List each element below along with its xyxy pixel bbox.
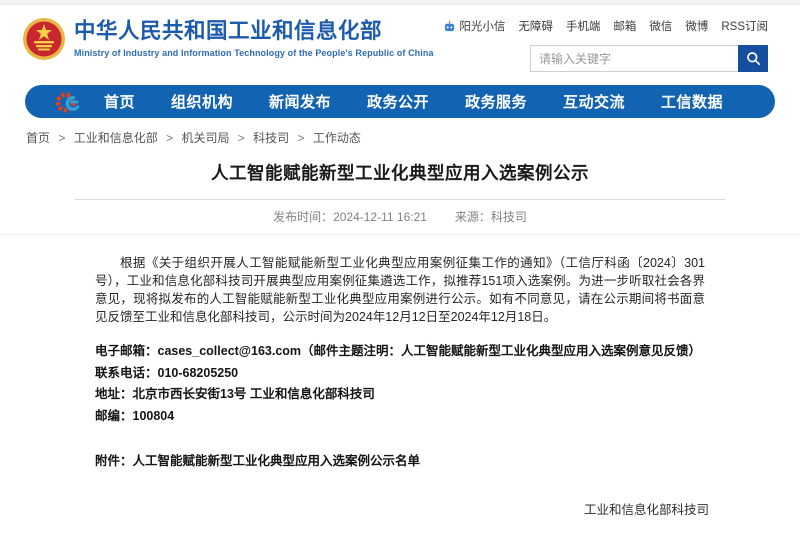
quicklink-weibo[interactable]: 微博: [685, 18, 708, 34]
search-button[interactable]: [738, 45, 768, 72]
robot-icon: [443, 20, 456, 33]
nav-item-news[interactable]: 新闻发布: [269, 91, 331, 112]
breadcrumb-departments[interactable]: 机关司局: [181, 131, 229, 145]
article-paragraph: 根据《关于组织开展人工智能赋能新型工业化典型应用案例征集工作的通知》（工信厅科函…: [95, 254, 705, 326]
quicklink-label: 阳光小信: [459, 18, 505, 34]
quicklink-rss[interactable]: RSS订阅: [721, 18, 768, 34]
breadcrumb-separator: >: [238, 131, 245, 145]
contact-address-line: 地址：北京市西长安街13号 工业和信息化部科技司: [95, 384, 705, 406]
main-nav: 首页 组织机构 新闻发布 政务公开 政务服务 互动交流 工信数据: [25, 85, 775, 118]
breadcrumb-work-updates[interactable]: 工作动态: [313, 131, 361, 145]
attachment-label: 附件：: [95, 454, 133, 468]
nav-item-gov-disclosure[interactable]: 政务公开: [367, 91, 429, 112]
search-icon: [746, 51, 761, 66]
quicklink-chatbot[interactable]: 阳光小信: [443, 18, 505, 34]
article-title: 人工智能赋能新型工业化典型应用入选案例公示: [75, 160, 725, 185]
nav-item-interaction[interactable]: 互动交流: [563, 91, 625, 112]
contact-info: 电子邮箱：cases_collect@163.com（邮件主题注明：人工智能赋能…: [95, 341, 705, 427]
ministry-brand: 中华人民共和国工业和信息化部 Ministry of Industry and …: [22, 16, 434, 72]
nav-item-data[interactable]: 工信数据: [661, 91, 723, 112]
quicklink-mobile[interactable]: 手机端: [566, 18, 601, 34]
site-header: 中华人民共和国工业和信息化部 Ministry of Industry and …: [0, 5, 800, 78]
miit-logo-icon[interactable]: [55, 89, 80, 114]
ministry-title-cn: 中华人民共和国工业和信息化部: [74, 18, 434, 45]
meta-divider: [0, 234, 800, 235]
breadcrumb: 首页 > 工业和信息化部 > 机关司局 > 科技司 > 工作动态: [26, 129, 800, 146]
quicklink-accessibility[interactable]: 无障碍: [518, 18, 553, 34]
attachment-link[interactable]: 人工智能赋能新型工业化典型应用入选案例公示名单: [133, 454, 421, 468]
article-meta: 发布时间：2024-12-11 16:21 来源：科技司: [75, 200, 725, 234]
search-input[interactable]: [530, 45, 738, 72]
signature-department: 工业和信息化部科技司: [75, 499, 709, 518]
breadcrumb-separator: >: [58, 131, 65, 145]
attachment-line: 附件：人工智能赋能新型工业化典型应用入选案例公示名单: [95, 450, 705, 469]
quicklink-wechat[interactable]: 微信: [649, 18, 672, 34]
publish-time: 发布时间：2024-12-11 16:21: [273, 208, 427, 225]
brand-text: 中华人民共和国工业和信息化部 Ministry of Industry and …: [74, 16, 434, 58]
search-bar: [530, 45, 768, 72]
quicklink-mail[interactable]: 邮箱: [613, 18, 636, 34]
header-right: 阳光小信 无障碍 手机端 邮箱 微信 微博 RSS订阅: [443, 16, 768, 72]
breadcrumb-separator: >: [298, 131, 305, 145]
contact-email-line: 电子邮箱：cases_collect@163.com（邮件主题注明：人工智能赋能…: [95, 341, 705, 363]
contact-phone-line: 联系电话：010-68205250: [95, 363, 705, 385]
nav-item-gov-services[interactable]: 政务服务: [465, 91, 527, 112]
nav-item-home[interactable]: 首页: [104, 91, 135, 112]
quick-links: 阳光小信 无障碍 手机端 邮箱 微信 微博 RSS订阅: [443, 18, 768, 34]
breadcrumb-science-dept[interactable]: 科技司: [253, 131, 289, 145]
article: 人工智能赋能新型工业化典型应用入选案例公示 发布时间：2024-12-11 16…: [75, 160, 725, 533]
nav-items: 首页 组织机构 新闻发布 政务公开 政务服务 互动交流 工信数据: [86, 91, 741, 112]
breadcrumb-miit[interactable]: 工业和信息化部: [74, 131, 158, 145]
article-source: 来源：科技司: [455, 208, 527, 225]
ministry-title-en: Ministry of Industry and Information Tec…: [74, 48, 434, 58]
nav-item-organization[interactable]: 组织机构: [171, 91, 233, 112]
national-emblem-icon: [22, 17, 66, 61]
breadcrumb-separator: >: [166, 131, 173, 145]
contact-postcode-line: 邮编：100804: [95, 406, 705, 428]
breadcrumb-home[interactable]: 首页: [26, 131, 50, 145]
